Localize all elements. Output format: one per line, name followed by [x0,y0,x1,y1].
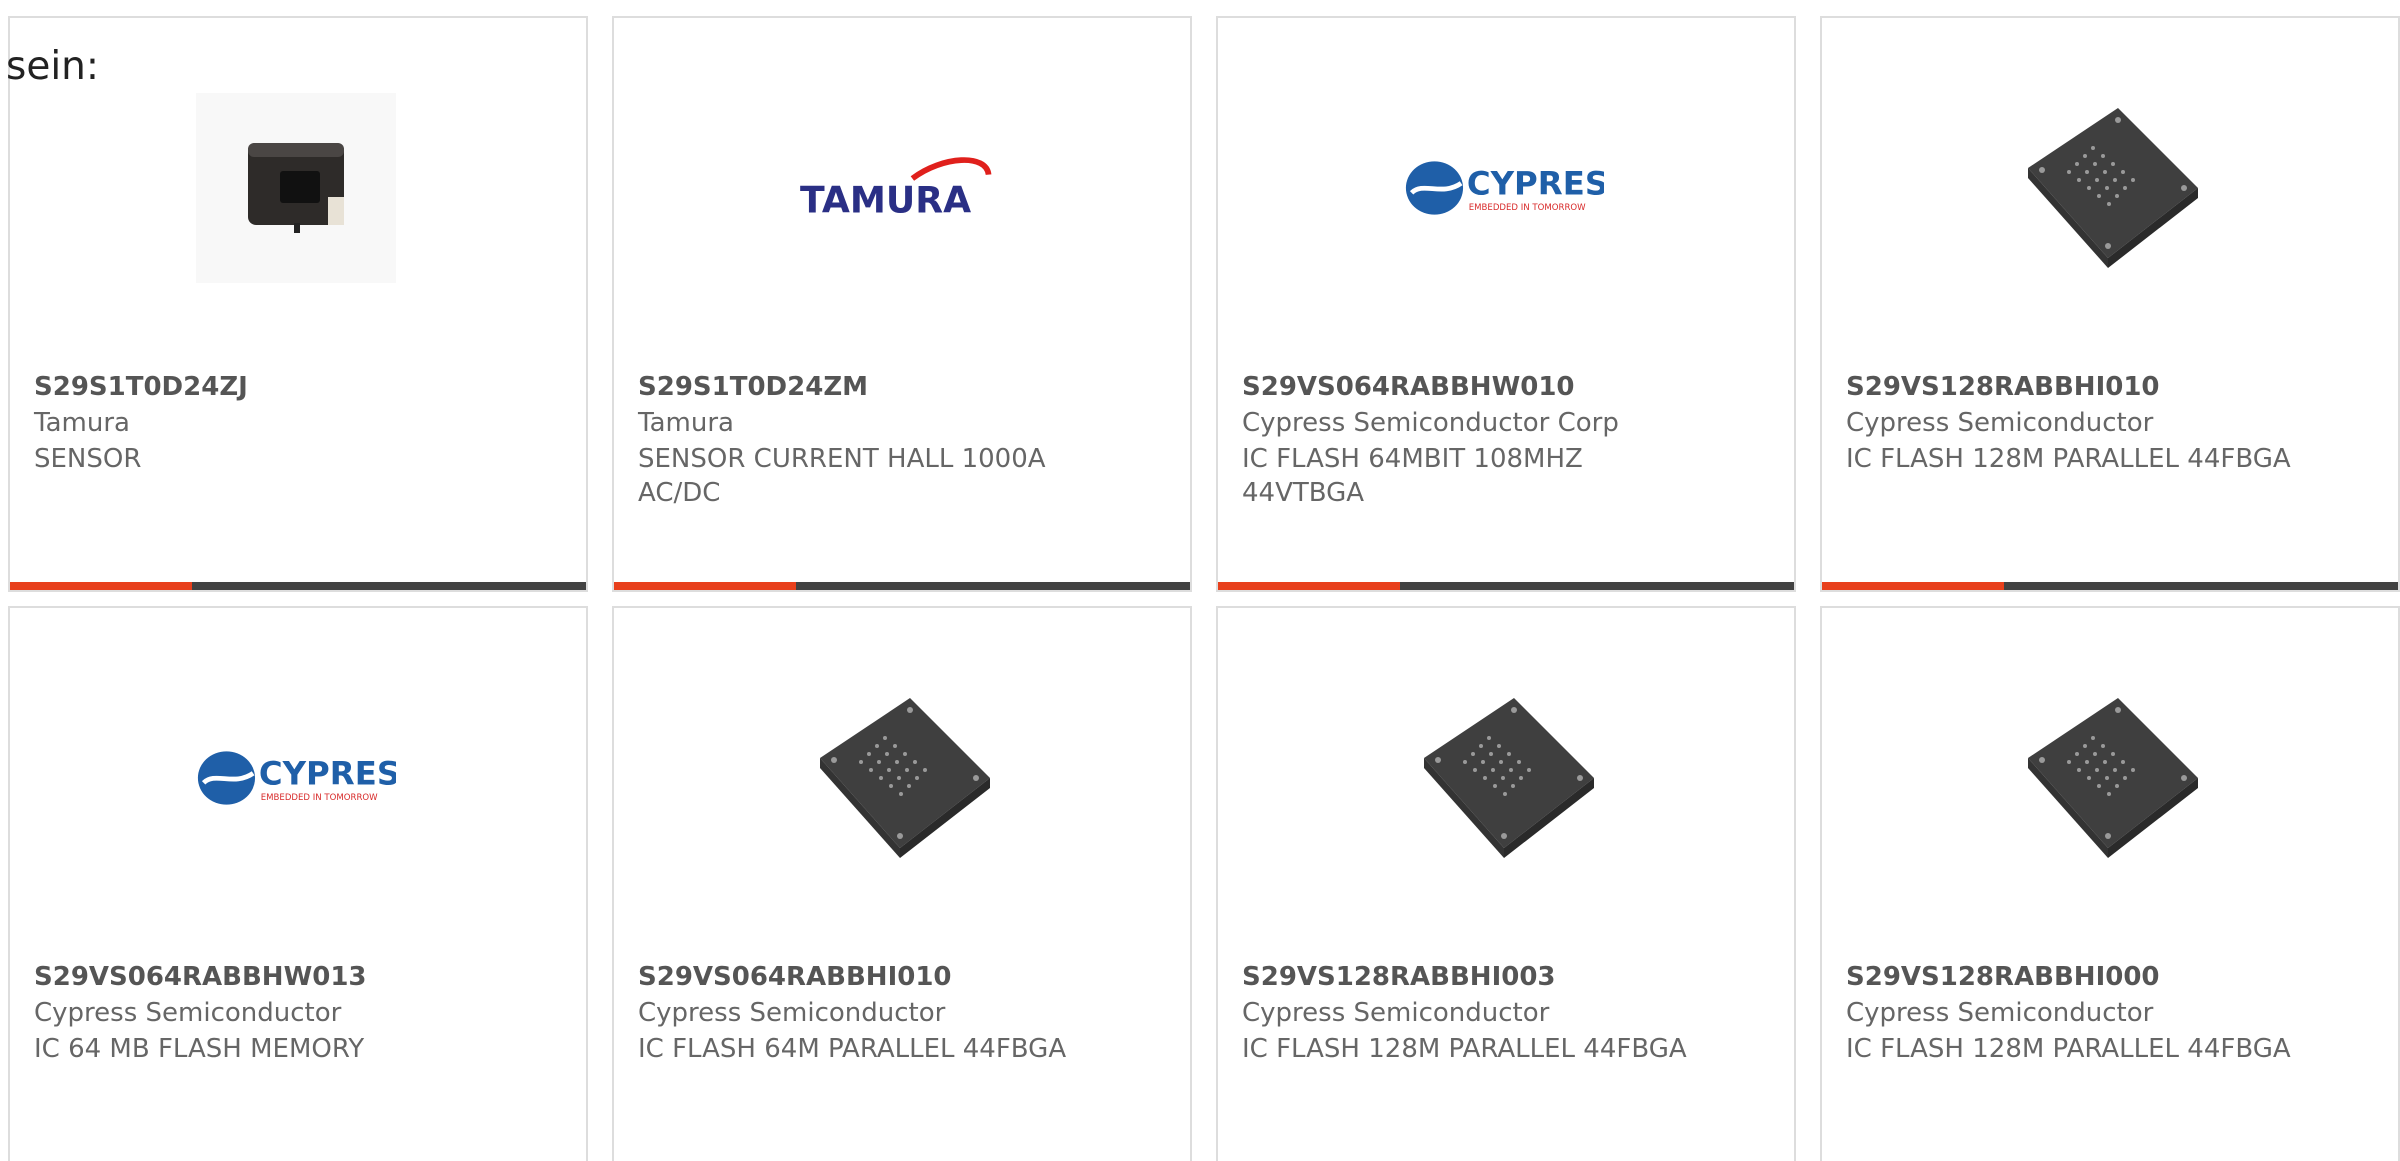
manufacturer-name: Cypress Semiconductor [34,998,342,1028]
product-image[interactable]: CYPRESS EMBEDDED IN TOMORROW [196,680,396,876]
manufacturer-name: Cypress Semiconductor [638,998,946,1028]
accent-bar-fill [1822,582,2004,590]
product-card[interactable]: S29VS128RABBHI010 Cypress Semiconductor … [1820,16,2400,592]
part-number-link[interactable]: S29S1T0D24ZM [638,372,868,402]
manufacturer-name: Cypress Semiconductor Corp [1242,408,1619,438]
bga-chip-icon [820,698,990,858]
current-sensor-icon [196,93,396,283]
product-card[interactable]: CYPRESS EMBEDDED IN TOMORROW S29VS064RAB… [1216,16,1796,592]
accent-bar-fill [614,582,796,590]
card-accent-bar [1218,582,1794,590]
manufacturer-name: Cypress Semiconductor [1242,998,1550,1028]
svg-text:CYPRESS: CYPRESS [259,755,396,793]
manufacturer-name: Cypress Semiconductor [1846,998,2154,1028]
product-image[interactable]: TAMURA [800,90,1000,286]
product-card[interactable]: CYPRESS EMBEDDED IN TOMORROW S29VS064RAB… [8,606,588,1161]
section-heading: sein: [6,44,100,89]
product-description: IC FLASH 128M PARALLEL 44FBGA [1242,1034,1687,1064]
product-image[interactable] [2008,90,2208,286]
product-grid-page: sein: S29S1T0D24ZJ Tamura SENSOR TAMURA [0,0,2400,1161]
product-description: IC FLASH 128M PARALLEL 44FBGA [1846,444,2291,474]
svg-text:CYPRESS: CYPRESS [1467,165,1604,203]
part-number-link[interactable]: S29VS064RABBHI010 [638,962,952,992]
cypress-logo-icon: CYPRESS EMBEDDED IN TOMORROW [197,751,396,805]
bga-chip-icon [2028,108,2198,268]
manufacturer-name: Tamura [34,408,130,438]
card-accent-bar [1822,582,2398,590]
product-image[interactable] [2008,680,2208,876]
accent-bar-fill [10,582,192,590]
card-accent-bar [614,582,1190,590]
product-description: SENSOR CURRENT HALL 1000A AC/DC [638,444,1046,508]
product-description: IC FLASH 128M PARALLEL 44FBGA [1846,1034,2291,1064]
part-number-link[interactable]: S29VS128RABBHI010 [1846,372,2160,402]
part-number-link[interactable]: S29VS064RABBHW010 [1242,372,1575,402]
product-image[interactable]: CYPRESS EMBEDDED IN TOMORROW [1404,90,1604,286]
svg-text:TAMURA: TAMURA [800,179,971,222]
product-description: SENSOR [34,444,142,474]
part-number-link[interactable]: S29VS128RABBHI003 [1242,962,1556,992]
product-card[interactable]: TAMURA S29S1T0D24ZM Tamura SENSOR CURREN… [612,16,1192,592]
part-number-link[interactable]: S29VS064RABBHW013 [34,962,367,992]
manufacturer-name: Cypress Semiconductor [1846,408,2154,438]
manufacturer-name: Tamura [638,408,734,438]
product-card[interactable]: S29VS128RABBHI000 Cypress Semiconductor … [1820,606,2400,1161]
cypress-logo-icon: CYPRESS EMBEDDED IN TOMORROW [1405,161,1604,215]
card-accent-bar [10,582,586,590]
accent-bar-fill [1218,582,1400,590]
svg-text:EMBEDDED IN TOMORROW: EMBEDDED IN TOMORROW [261,793,378,803]
product-card[interactable]: S29VS064RABBHI010 Cypress Semiconductor … [612,606,1192,1161]
product-image[interactable] [196,90,396,286]
product-description: IC FLASH 64MBIT 108MHZ 44VTBGA [1242,444,1583,508]
product-card[interactable]: S29S1T0D24ZJ Tamura SENSOR [8,16,588,592]
tamura-logo-icon: TAMURA [800,157,992,222]
part-number-link[interactable]: S29VS128RABBHI000 [1846,962,2160,992]
product-image[interactable] [800,680,1000,876]
svg-text:EMBEDDED IN TOMORROW: EMBEDDED IN TOMORROW [1469,203,1586,213]
part-number-link[interactable]: S29S1T0D24ZJ [34,372,248,402]
product-image[interactable] [1404,680,1604,876]
product-description: IC 64 MB FLASH MEMORY [34,1034,365,1064]
product-card[interactable]: S29VS128RABBHI003 Cypress Semiconductor … [1216,606,1796,1161]
product-description: IC FLASH 64M PARALLEL 44FBGA [638,1034,1067,1064]
bga-chip-icon [1424,698,1594,858]
bga-chip-icon [2028,698,2198,858]
